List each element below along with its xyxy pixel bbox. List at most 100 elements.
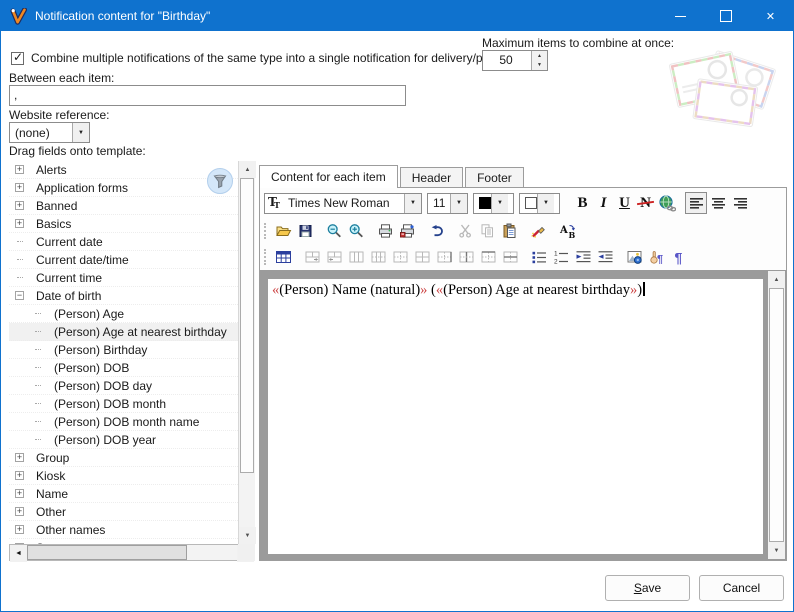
expand-icon[interactable] xyxy=(15,507,24,516)
dropdown-arrow-icon[interactable] xyxy=(72,123,89,142)
tree-item[interactable]: (Person) DOB month name xyxy=(9,413,238,431)
align-left-button[interactable] xyxy=(685,192,707,214)
spinner-down-icon[interactable] xyxy=(532,61,547,71)
hand-paragraph-button[interactable]: ¶ xyxy=(645,246,667,268)
toolbar-grip[interactable] xyxy=(264,249,269,265)
undo-button[interactable] xyxy=(425,220,447,242)
expand-icon[interactable] xyxy=(15,183,24,192)
maximize-button[interactable] xyxy=(703,1,748,31)
title-bar[interactable]: Notification content for "Birthday" xyxy=(1,1,793,31)
tree-item[interactable]: Date of birth xyxy=(9,287,238,305)
align-right-button[interactable] xyxy=(729,192,751,214)
tab-header[interactable]: Header xyxy=(400,167,463,188)
editor-area[interactable]: «(Person) Name (natural)» («(Person) Age… xyxy=(260,270,786,560)
tree-item[interactable]: Other names xyxy=(9,521,238,539)
insert-table-button[interactable] xyxy=(272,246,294,268)
between-item-input[interactable]: , xyxy=(9,85,406,106)
tree-item[interactable]: (Person) DOB day xyxy=(9,377,238,395)
insert-hyperlink-button[interactable] xyxy=(656,192,678,214)
save-button[interactable]: Save xyxy=(605,575,690,601)
tree-item[interactable]: Banned xyxy=(9,197,238,215)
expand-icon[interactable] xyxy=(15,165,24,174)
tree-item[interactable]: (Person) Birthday xyxy=(9,341,238,359)
max-items-spinner[interactable]: 50 xyxy=(482,50,548,71)
tree-vertical-scrollbar[interactable] xyxy=(238,161,255,544)
collapse-icon[interactable] xyxy=(15,291,24,300)
tree-item[interactable]: (Person) Age at nearest birthday xyxy=(9,323,238,341)
website-reference-select[interactable]: (none) xyxy=(9,122,90,143)
tree-item[interactable]: Name xyxy=(9,485,238,503)
tree-item[interactable]: Current date xyxy=(9,233,238,251)
bullet-list-button[interactable] xyxy=(528,246,550,268)
expand-icon[interactable] xyxy=(15,453,24,462)
expand-icon[interactable] xyxy=(15,471,24,480)
change-case-button[interactable]: AB xyxy=(556,220,578,242)
tree-horizontal-scrollbar[interactable] xyxy=(9,544,255,561)
italic-button[interactable]: I xyxy=(593,192,614,214)
minimize-button[interactable] xyxy=(658,1,703,31)
increase-indent-button[interactable] xyxy=(572,246,594,268)
dropdown-arrow-icon[interactable] xyxy=(537,194,554,213)
editor-page[interactable]: «(Person) Name (natural)» («(Person) Age… xyxy=(268,279,763,554)
editor-text[interactable]: «(Person) Name (natural)» («(Person) Age… xyxy=(268,279,763,299)
highlight-color-select[interactable] xyxy=(519,193,560,214)
save-button[interactable] xyxy=(294,220,316,242)
decrease-indent-button[interactable] xyxy=(594,246,616,268)
combine-checkbox-row[interactable]: Combine multiple notifications of the sa… xyxy=(11,51,515,65)
field-tree[interactable]: AlertsApplication formsBannedBasicsCurre… xyxy=(9,161,255,561)
tree-item[interactable]: (Person) DOB month xyxy=(9,395,238,413)
dropdown-arrow-icon[interactable] xyxy=(404,194,421,213)
print-settings-button[interactable] xyxy=(396,220,418,242)
zoom-out-button[interactable] xyxy=(323,220,345,242)
tree-item[interactable]: (Person) Age xyxy=(9,305,238,323)
tree-vscroll-thumb[interactable] xyxy=(240,178,254,473)
font-color-select[interactable] xyxy=(473,193,514,214)
tree-item[interactable]: Group xyxy=(9,449,238,467)
tree-item[interactable]: Basics xyxy=(9,215,238,233)
cancel-button[interactable]: Cancel xyxy=(699,575,784,601)
spinner-up-icon[interactable] xyxy=(532,51,547,61)
scroll-down-icon[interactable] xyxy=(768,542,785,559)
combine-checkbox[interactable] xyxy=(11,52,24,65)
strikethrough-n-button[interactable]: N xyxy=(635,192,656,214)
scroll-up-icon[interactable] xyxy=(239,161,256,178)
tree-item[interactable]: Current date/time xyxy=(9,251,238,269)
dropdown-arrow-icon[interactable] xyxy=(491,194,508,213)
font-size-select[interactable]: 11 xyxy=(427,193,468,214)
scroll-left-icon[interactable] xyxy=(10,545,27,562)
tree-item[interactable]: Other xyxy=(9,503,238,521)
dropdown-arrow-icon[interactable] xyxy=(450,194,467,213)
bold-button[interactable]: B xyxy=(572,192,593,214)
tab-footer[interactable]: Footer xyxy=(465,167,524,188)
font-family-select[interactable]: T T Times New Roman xyxy=(264,193,422,214)
tree-item[interactable]: Application forms xyxy=(9,179,238,197)
tree-item[interactable]: Kiosk xyxy=(9,467,238,485)
paste-button[interactable] xyxy=(498,220,520,242)
tree-item[interactable]: Current time xyxy=(9,269,238,287)
print-button[interactable] xyxy=(374,220,396,242)
max-items-value[interactable]: 50 xyxy=(483,51,531,70)
format-painter-button[interactable] xyxy=(527,220,549,242)
editor-scroll-thumb[interactable] xyxy=(769,288,784,542)
underline-button[interactable]: U xyxy=(614,192,635,214)
zoom-in-button[interactable] xyxy=(345,220,367,242)
tab-content-for-each-item[interactable]: Content for each item xyxy=(259,165,398,188)
open-file-button[interactable] xyxy=(272,220,294,242)
insert-picture-button[interactable] xyxy=(623,246,645,268)
expand-icon[interactable] xyxy=(15,219,24,228)
expand-icon[interactable] xyxy=(15,201,24,210)
tree-item[interactable]: (Person) DOB year xyxy=(9,431,238,449)
scroll-down-icon[interactable] xyxy=(239,527,256,544)
filter-button[interactable] xyxy=(207,168,233,194)
expand-icon[interactable] xyxy=(15,525,24,534)
close-button[interactable] xyxy=(748,1,793,31)
numbered-list-button[interactable]: 12 xyxy=(550,246,572,268)
tree-item[interactable]: (Person) DOB xyxy=(9,359,238,377)
expand-icon[interactable] xyxy=(15,489,24,498)
tree-item[interactable]: Alerts xyxy=(9,161,238,179)
scroll-up-icon[interactable] xyxy=(768,271,785,288)
paragraph-mark-button[interactable]: ¶ xyxy=(667,246,689,268)
tree-hscroll-thumb[interactable] xyxy=(27,545,187,560)
toolbar-grip[interactable] xyxy=(264,223,269,239)
align-center-button[interactable] xyxy=(707,192,729,214)
